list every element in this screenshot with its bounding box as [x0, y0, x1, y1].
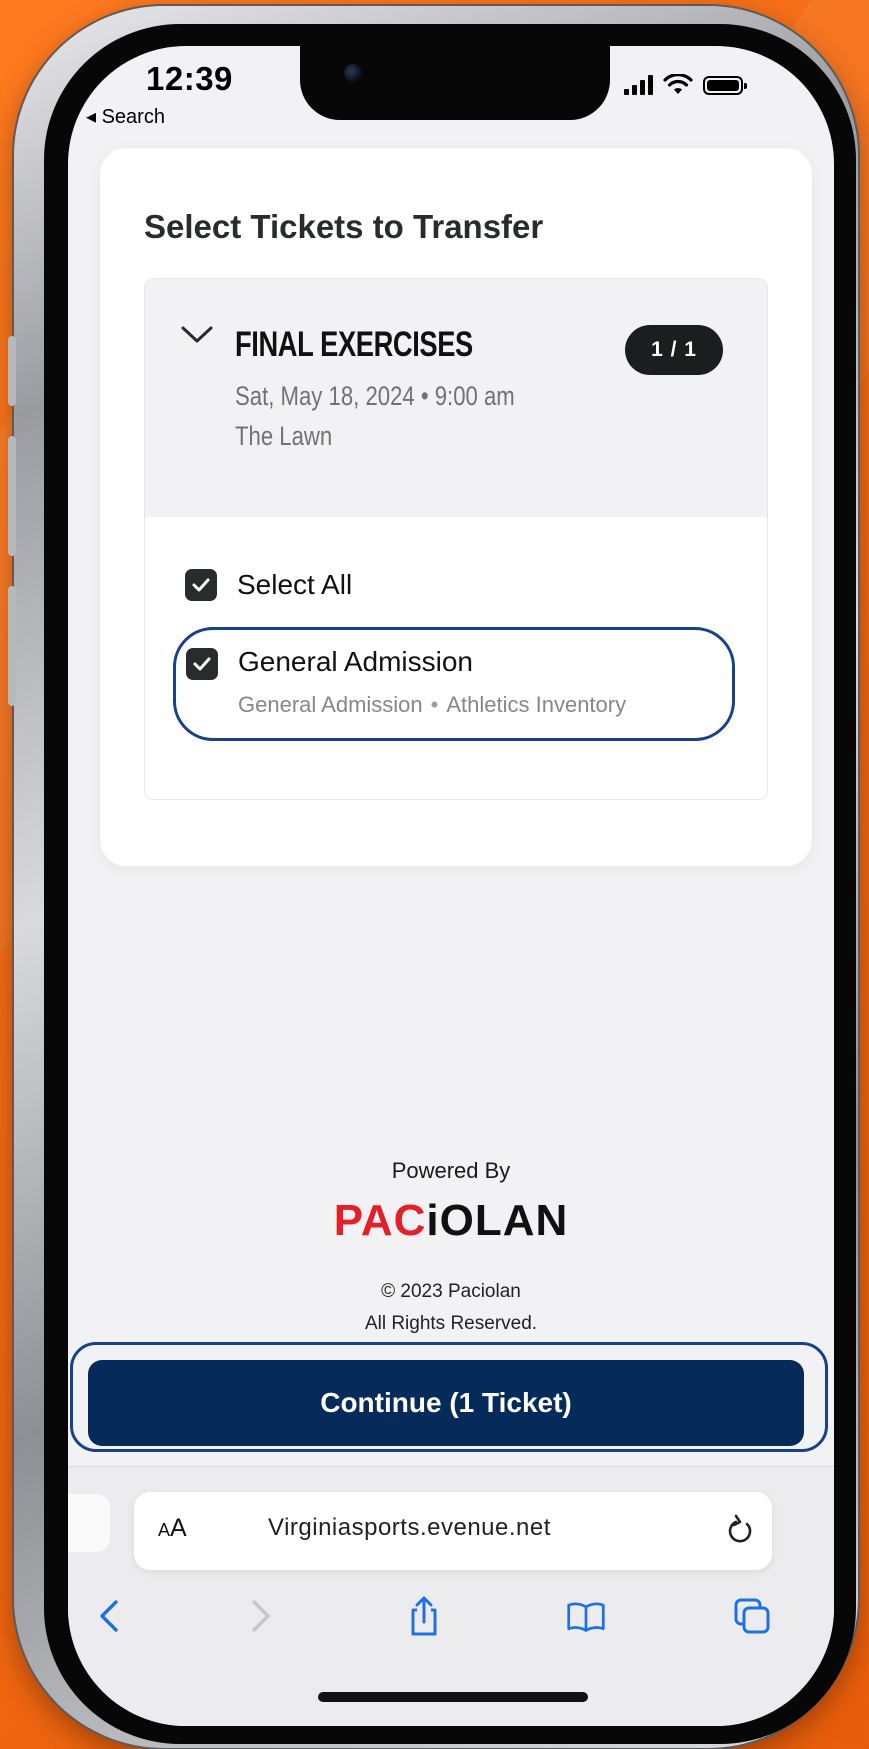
- chevron-down-icon[interactable]: [179, 323, 215, 347]
- volume-down-button: [8, 586, 16, 706]
- mute-switch: [8, 336, 16, 406]
- ticket-details: General Admission • Athletics Inventory: [238, 692, 626, 718]
- ticket-title: General Admission: [238, 646, 474, 677]
- phone-screen: 12:39 ◂ Search Select Tickets to Transfe…: [68, 46, 834, 1726]
- page-title: Select Tickets to Transfer: [144, 208, 544, 245]
- forward-arrow-icon[interactable]: [240, 1594, 280, 1638]
- cellular-signal-icon: [624, 75, 653, 95]
- bookmarks-icon[interactable]: [566, 1594, 606, 1638]
- url-text[interactable]: Virginiasports.evenue.net: [268, 1514, 551, 1542]
- select-all-checkbox[interactable]: [185, 569, 217, 601]
- checkmark-icon: [193, 657, 211, 671]
- volume-up-button: [8, 436, 16, 556]
- back-arrow-icon[interactable]: [90, 1594, 130, 1638]
- paciolan-logo: PACiOLAN: [333, 1196, 569, 1245]
- copyright-line: © 2023 Paciolan: [381, 1281, 521, 1302]
- status-icons: [624, 74, 747, 96]
- rights-line: All Rights Reserved.: [364, 1313, 538, 1334]
- home-indicator[interactable]: [318, 1692, 588, 1702]
- tabs-icon[interactable]: [732, 1594, 772, 1638]
- share-icon[interactable]: [404, 1594, 444, 1638]
- reload-icon[interactable]: [724, 1512, 756, 1548]
- front-camera-icon: [344, 64, 362, 82]
- checkmark-icon: [192, 578, 210, 592]
- ticket-inventory: Athletics Inventory: [446, 692, 627, 717]
- ticket-section: General Admission: [238, 692, 423, 717]
- notch: [300, 46, 610, 120]
- wifi-icon: [663, 74, 693, 94]
- ticket-row-highlight[interactable]: General Admission General Admission • Athl…: [173, 627, 735, 741]
- separator-dot: •: [430, 692, 439, 717]
- event-header[interactable]: FINAL EXERCISES Sat, May 18, 2024 • 9:00…: [145, 279, 767, 517]
- transfer-card: Select Tickets to Transfer FINAL EXERCIS…: [100, 148, 812, 866]
- continue-button[interactable]: Continue (1 Ticket): [88, 1360, 804, 1446]
- event-venue: The Lawn: [235, 421, 333, 451]
- event-name: FINAL EXERCISES: [235, 325, 473, 364]
- previous-tab-preview[interactable]: [68, 1494, 110, 1552]
- status-time: 12:39: [146, 60, 233, 97]
- event-group: FINAL EXERCISES Sat, May 18, 2024 • 9:00…: [144, 278, 768, 800]
- event-date-time: Sat, May 18, 2024 • 9:00 am: [235, 381, 515, 411]
- copyright-text: © 2023 Paciolan All Rights Reserved.: [68, 1276, 834, 1340]
- ticket-count-badge: 1 / 1: [625, 325, 723, 375]
- battery-icon: [703, 75, 747, 95]
- ticket-checkbox[interactable]: [186, 648, 218, 680]
- text-size-button[interactable]: AA: [158, 1514, 187, 1543]
- powered-by-label: Powered By: [391, 1158, 511, 1183]
- address-bar[interactable]: AA Virginiasports.evenue.net: [134, 1492, 772, 1570]
- back-to-search-link[interactable]: ◂ Search: [86, 104, 165, 129]
- select-all-label[interactable]: Select All: [237, 569, 352, 601]
